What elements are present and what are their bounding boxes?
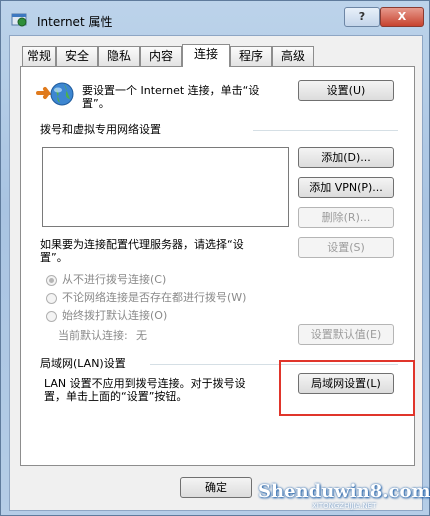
lan-heading: 局域网(LAN)设置 xyxy=(40,357,126,370)
help-button[interactable]: ? xyxy=(344,7,380,27)
radio-dial-always-network-label: 不论网络连接是否存在都进行拨号(W) xyxy=(62,291,247,304)
dialup-heading: 拨号和虚拟专用网络设置 xyxy=(40,123,161,136)
setup-text-line2: 置”。 xyxy=(82,97,110,110)
window-title: Internet 属性 xyxy=(37,15,113,29)
dialup-separator xyxy=(253,130,398,131)
radio-always-dial-default-label: 始终拨打默认连接(O) xyxy=(62,309,168,322)
tab-advanced[interactable]: 高级 xyxy=(272,46,314,66)
close-button[interactable]: X xyxy=(380,7,424,27)
highlight-annotation-box xyxy=(279,360,415,416)
lan-text-line2: 置，单击上面的“设置”按钮。 xyxy=(44,390,188,403)
lan-text-line1: LAN 设置不应用到拨号连接。对于拨号设 xyxy=(44,377,246,390)
network-globe-icon xyxy=(36,82,74,106)
default-connection-value: 无 xyxy=(136,329,147,342)
internet-options-icon xyxy=(11,13,27,27)
radio-never-dial[interactable] xyxy=(46,275,57,286)
dialup-settings-button[interactable]: 设置(S) xyxy=(298,237,394,258)
set-default-button[interactable]: 设置默认值(E) xyxy=(298,324,394,345)
setup-text-line1: 要设置一个 Internet 连接，单击“设 xyxy=(82,84,260,97)
tab-general[interactable]: 常规 xyxy=(22,46,56,66)
title-bar[interactable]: Internet 属性 ? X xyxy=(1,1,429,35)
tab-connections[interactable]: 连接 xyxy=(182,44,230,67)
default-connection-label: 当前默认连接: xyxy=(58,329,128,342)
remove-button[interactable]: 删除(R)... xyxy=(298,207,394,228)
ok-button[interactable]: 确定 xyxy=(180,477,252,498)
proxy-text-line2: 置”。 xyxy=(40,251,68,264)
watermark-logo: Shenduwin8.com xyxy=(258,481,430,502)
tab-privacy[interactable]: 隐私 xyxy=(98,46,140,66)
radio-always-dial-default[interactable] xyxy=(46,311,57,322)
add-vpn-button[interactable]: 添加 VPN(P)... xyxy=(298,177,394,198)
tab-content[interactable]: 内容 xyxy=(140,46,182,66)
connections-listbox[interactable] xyxy=(42,147,289,227)
proxy-text-line1: 如果要为连接配置代理服务器，请选择“设 xyxy=(40,238,244,251)
watermark-subtext: XITONGZHIJIA.NET xyxy=(312,502,377,510)
add-button[interactable]: 添加(D)... xyxy=(298,147,394,168)
radio-never-dial-label: 从不进行拨号连接(C) xyxy=(62,273,167,286)
setup-button[interactable]: 设置(U) xyxy=(298,80,394,101)
tab-programs[interactable]: 程序 xyxy=(230,46,272,66)
radio-dial-always-network[interactable] xyxy=(46,293,57,304)
tab-security[interactable]: 安全 xyxy=(56,46,98,66)
